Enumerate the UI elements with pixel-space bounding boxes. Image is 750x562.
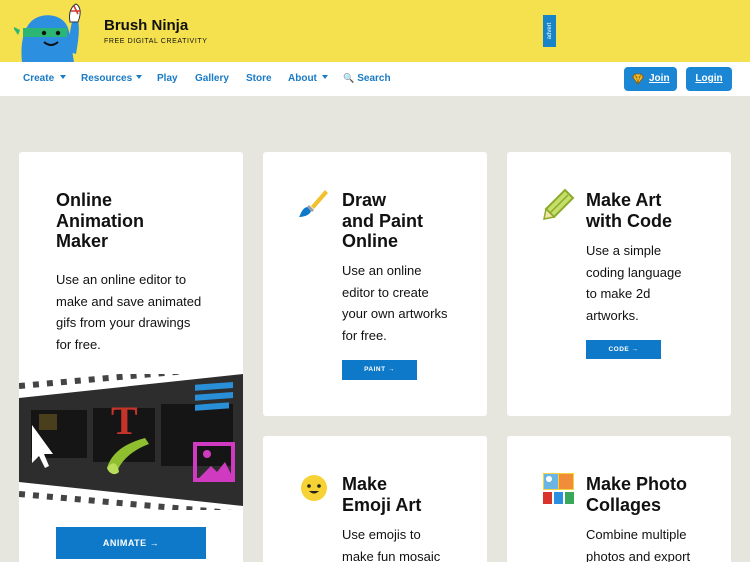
desc-line: Use an online [342, 263, 422, 278]
search-icon: 🔍 [343, 73, 355, 83]
desc-line: to make 2d [586, 286, 651, 301]
nav-item-store[interactable]: Store [246, 73, 272, 84]
brand-subtitle: FREE DIGITAL CREATIVITY [104, 38, 208, 45]
title-line: Emoji Art [342, 494, 422, 515]
desc-line: Use an online editor to [56, 272, 187, 287]
advert-label: advert [546, 22, 553, 40]
site-header: Brush Ninja FREE DIGITAL CREATIVITY adve… [0, 0, 750, 62]
card-emoji: Make Emoji Art Use emojis to make fun mo… [263, 436, 487, 562]
desc-line: gifs from your drawings [56, 315, 191, 330]
desc-line: Combine multiple [586, 527, 687, 542]
card-code: Make Art with Code Use a simple coding l… [507, 152, 731, 416]
collage-icon [543, 473, 574, 504]
title-line: Make Photo [586, 474, 688, 494]
card-paint: Draw and Paint Online Use an online edit… [263, 152, 487, 416]
title-line: Collages [586, 494, 662, 515]
title-line: Online [56, 190, 113, 210]
card-description: Use emojis to make fun mosaic [342, 524, 440, 562]
card-description: Use an online editor to create your own … [342, 260, 447, 346]
desc-line: Use emojis to [342, 527, 421, 542]
title-line: Maker [56, 231, 109, 251]
desc-line: your own artworks [342, 306, 448, 321]
desc-line: editor to create [342, 284, 429, 300]
login-button[interactable]: Login [686, 67, 732, 91]
desc-line: artworks. [586, 307, 639, 323]
card-title: Make Art with Code [586, 190, 672, 231]
paintbrush-icon [299, 190, 328, 217]
desc-line: for free. [56, 336, 101, 352]
card-description: Use an online editor to make and save an… [56, 269, 201, 355]
title-line: with Code [586, 210, 672, 231]
animate-button[interactable]: ANIMATE → [56, 527, 206, 559]
brand-title[interactable]: Brush Ninja [104, 17, 188, 34]
title-line: and Paint [342, 210, 424, 231]
title-line: Animation [56, 210, 144, 231]
emoji-face-icon [301, 475, 327, 501]
pencil-icon [543, 188, 575, 220]
chevron-down-icon[interactable] [322, 75, 328, 79]
card-animation: Online Animation Maker Use an online edi… [19, 152, 243, 562]
card-collage: Make Photo Collages Combine multiple pho… [507, 436, 731, 562]
title-line: Draw [342, 190, 387, 210]
card-description: Use a simple coding language to make 2d … [586, 240, 681, 326]
join-label: Join [649, 73, 670, 84]
join-button[interactable]: Join [624, 67, 677, 91]
desc-line: for free. [342, 327, 387, 343]
desc-line: photos and export [586, 548, 691, 562]
gem-icon [632, 73, 644, 85]
nav-item-create[interactable]: Create [23, 73, 54, 84]
film-strip-illustration: T [19, 374, 243, 510]
ninja-mascot-logo[interactable] [14, 2, 94, 62]
title-line: Make Art [586, 190, 662, 210]
code-button[interactable]: CODE → [586, 340, 661, 359]
nav-item-resources[interactable]: Resources [81, 73, 132, 84]
desc-line: coding language [586, 264, 682, 280]
card-description: Combine multiple photos and export [586, 524, 690, 562]
search-label: Search [357, 73, 391, 84]
nav-item-about[interactable]: About [288, 73, 317, 84]
card-title: Make Emoji Art [342, 474, 421, 515]
desc-line: make fun mosaic [342, 548, 441, 562]
desc-line: Use a simple [586, 243, 662, 258]
nav-item-gallery[interactable]: Gallery [195, 73, 229, 84]
svg-text:T: T [111, 398, 138, 443]
desc-line: make and save animated [56, 293, 202, 309]
card-title: Draw and Paint Online [342, 190, 423, 252]
chevron-down-icon[interactable] [136, 75, 142, 79]
chevron-down-icon[interactable] [60, 75, 66, 79]
nav-item-play[interactable]: Play [157, 73, 178, 84]
card-title: Make Photo Collages [586, 474, 687, 515]
title-line: Make [342, 474, 388, 494]
advert-banner[interactable]: advert [543, 15, 556, 47]
card-title: Online Animation Maker [56, 190, 144, 252]
nav-item-search[interactable]: 🔍 Search [343, 73, 391, 84]
paint-button[interactable]: PAINT → [342, 360, 417, 380]
title-line: Online [342, 231, 399, 251]
